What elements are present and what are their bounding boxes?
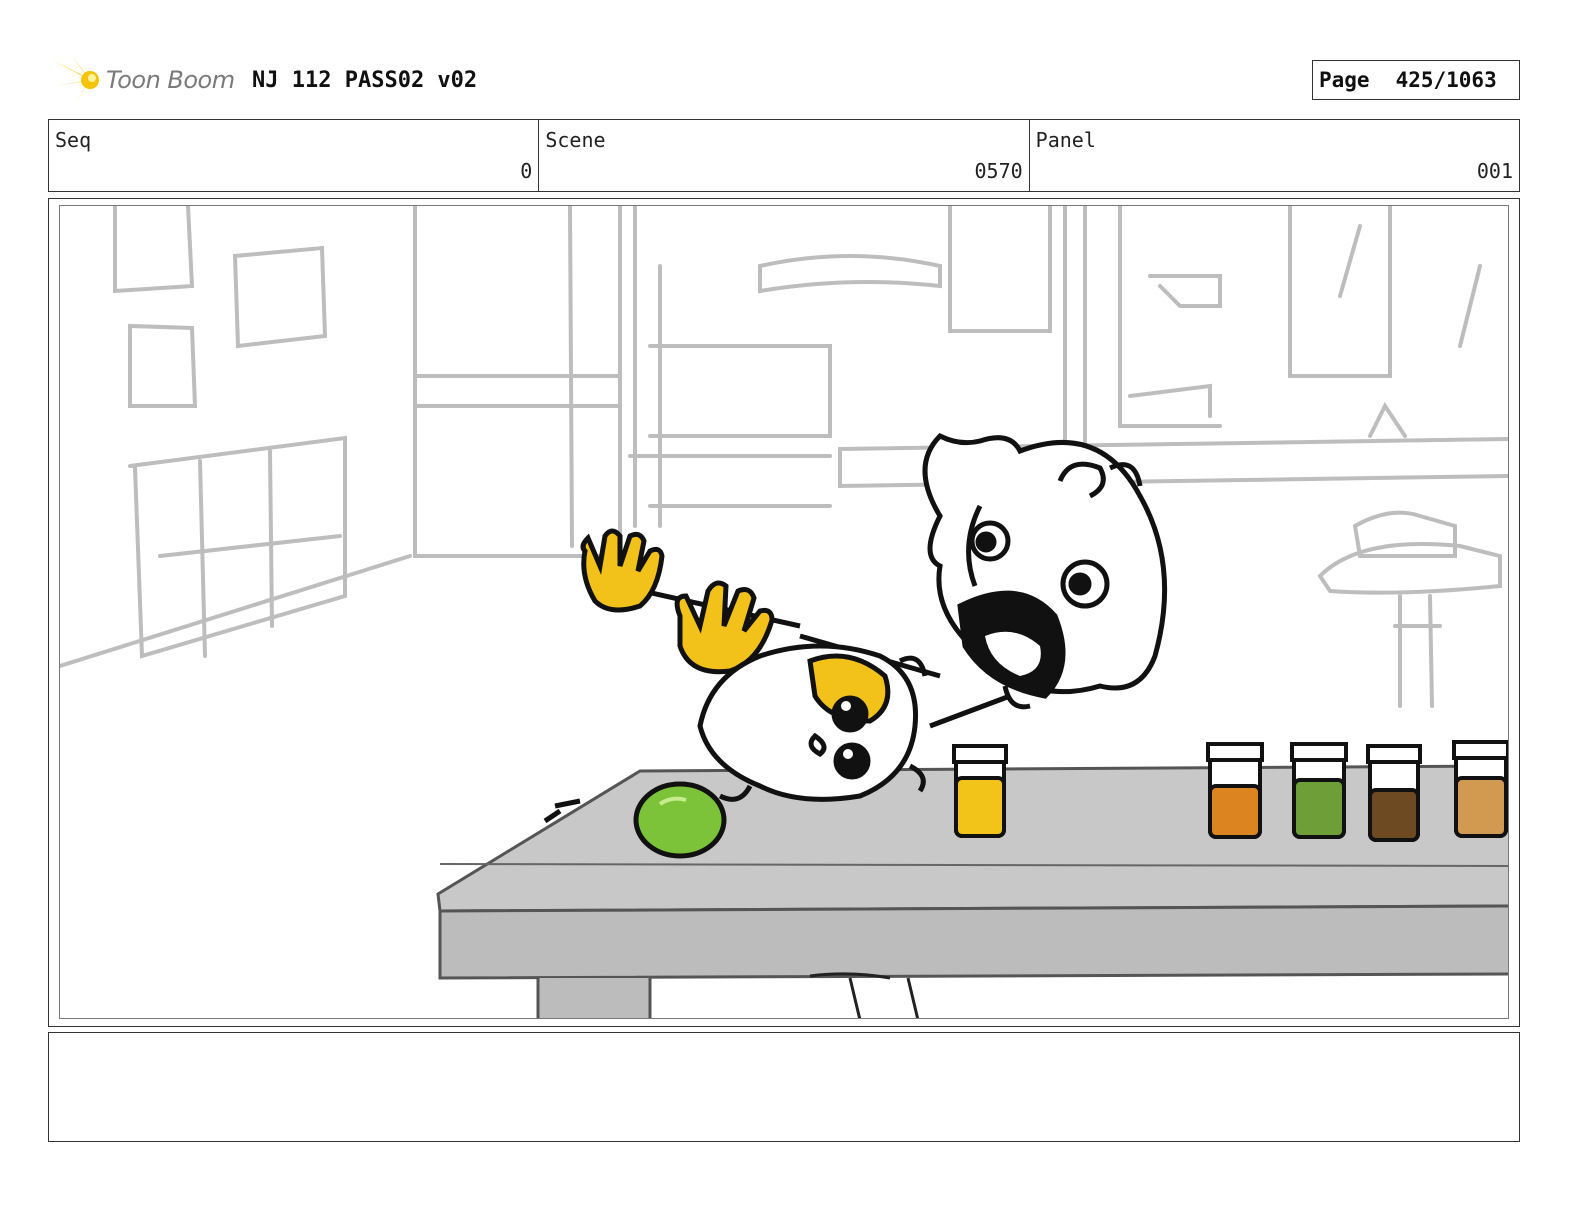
seq-label: Seq <box>55 128 92 152</box>
page-header: Toon Boom NJ 112 PASS02 v02 Page 425/106… <box>48 52 1520 108</box>
toon-boom-star-icon <box>50 54 99 106</box>
kitchen-background-sketch <box>60 206 1508 708</box>
panel-label: Panel <box>1035 128 1096 152</box>
page-number: 425/1063 <box>1395 68 1497 92</box>
lime <box>633 781 727 859</box>
panel-frame <box>59 205 1509 1019</box>
storyboard-panel <box>48 198 1520 1027</box>
panel-cell: Panel 001 <box>1030 120 1519 191</box>
page-indicator: Page 425/1063 <box>1312 60 1520 100</box>
toon-boom-logo: Toon Boom <box>50 52 250 108</box>
seq-value: 0 <box>520 159 533 183</box>
logo-text: Toon Boom <box>106 66 235 94</box>
document-title: NJ 112 PASS02 v02 <box>252 68 478 93</box>
scene-info-table: Seq 0 Scene 0570 Panel 001 <box>48 119 1520 192</box>
page-label: Page <box>1319 68 1370 92</box>
panel-value: 001 <box>1476 159 1513 183</box>
scene-value: 0570 <box>974 159 1023 183</box>
scene-label: Scene <box>545 128 606 152</box>
panel-notes <box>48 1032 1520 1142</box>
seq-cell: Seq 0 <box>49 120 540 191</box>
girl-arms <box>580 528 801 675</box>
storyboard-drawing <box>60 206 1508 1018</box>
scene-cell: Scene 0570 <box>539 120 1030 191</box>
